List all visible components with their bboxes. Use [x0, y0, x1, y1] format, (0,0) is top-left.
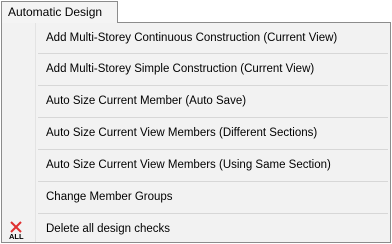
menu-item-label: Add Multi-Storey Simple Construction (Cu… — [46, 63, 315, 75]
menu-item-add-multi-storey-simple[interactable]: Add Multi-Storey Simple Construction (Cu… — [2, 54, 390, 84]
delete-all-icon: ALL — [9, 221, 24, 240]
menu-item-auto-size-view-same[interactable]: Auto Size Current View Members (Using Sa… — [2, 150, 390, 180]
menu-item-label: Delete all design checks — [46, 223, 171, 235]
menu-item-label: Auto Size Current View Members (Differen… — [46, 127, 318, 139]
menu-item-add-multi-storey-continuous[interactable]: Add Multi-Storey Continuous Construction… — [2, 23, 390, 53]
automatic-design-dropdown: Add Multi-Storey Continuous Construction… — [1, 22, 391, 243]
menu-window: Automatic Design Add Multi-Storey Contin… — [0, 0, 392, 244]
menu-item-auto-size-view-different[interactable]: Auto Size Current View Members (Differen… — [2, 118, 390, 148]
menu-item-delete-all-design-checks[interactable]: ALL Delete all design checks — [2, 214, 390, 244]
menu-item-auto-size-current-member[interactable]: Auto Size Current Member (Auto Save) — [2, 86, 390, 116]
menu-item-label: Auto Size Current Member (Auto Save) — [46, 95, 247, 107]
menu-item-label: Change Member Groups — [46, 191, 173, 203]
menu-title-automatic-design[interactable]: Automatic Design — [1, 1, 118, 23]
delete-all-icon-text: ALL — [9, 232, 24, 240]
menu-item-label: Add Multi-Storey Continuous Construction… — [46, 32, 338, 44]
menu-item-change-member-groups[interactable]: Change Member Groups — [2, 182, 390, 212]
menu-item-label: Auto Size Current View Members (Using Sa… — [46, 159, 331, 171]
